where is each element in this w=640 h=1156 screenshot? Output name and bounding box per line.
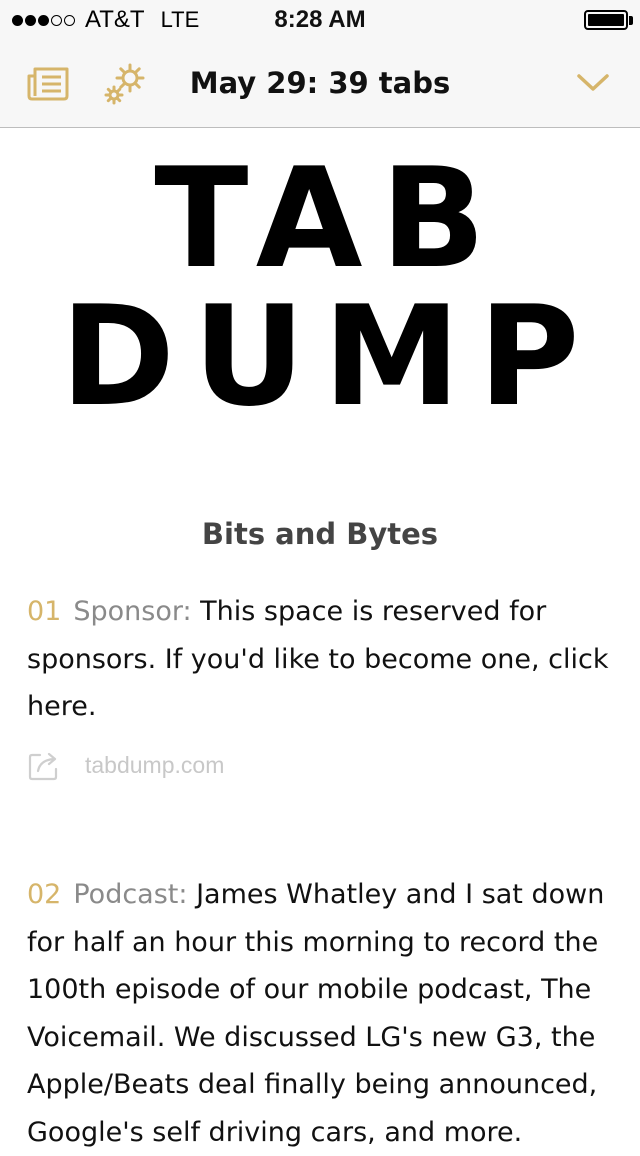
item-category: Sponsor: (73, 596, 192, 627)
section-title: Bits and Bytes (201, 517, 439, 551)
masthead-line-dump: DUMP (60, 276, 598, 437)
masthead-line-tab: TAB (154, 138, 504, 299)
list-item[interactable]: 02 Podcast: James Whatley and I sat down … (27, 871, 627, 1156)
battery-tip (629, 16, 633, 25)
nav-bar: May 29: 39 tabs (0, 40, 640, 128)
masthead-logo: TAB DUMP (0, 150, 640, 426)
chevron-down-icon[interactable] (576, 72, 610, 94)
status-time: 8:28 AM (274, 6, 366, 33)
status-bar: AT&T LTE 8:28 AM (0, 0, 640, 40)
battery-level (588, 14, 624, 26)
share-icon[interactable] (27, 748, 61, 782)
item-text: James Whatley and I sat down for half an… (27, 879, 605, 1148)
nav-title: May 29: 39 tabs (189, 66, 451, 100)
list-item[interactable]: 01 Sponsor: This space is reserved for sp… (27, 588, 627, 731)
battery-icon (584, 10, 628, 30)
item-category: Podcast: (73, 879, 188, 910)
item-source[interactable]: tabdump.com (27, 748, 224, 782)
item-number: 01 (27, 596, 62, 627)
item-source-link[interactable]: tabdump.com (85, 752, 224, 779)
item-number: 02 (27, 879, 62, 910)
